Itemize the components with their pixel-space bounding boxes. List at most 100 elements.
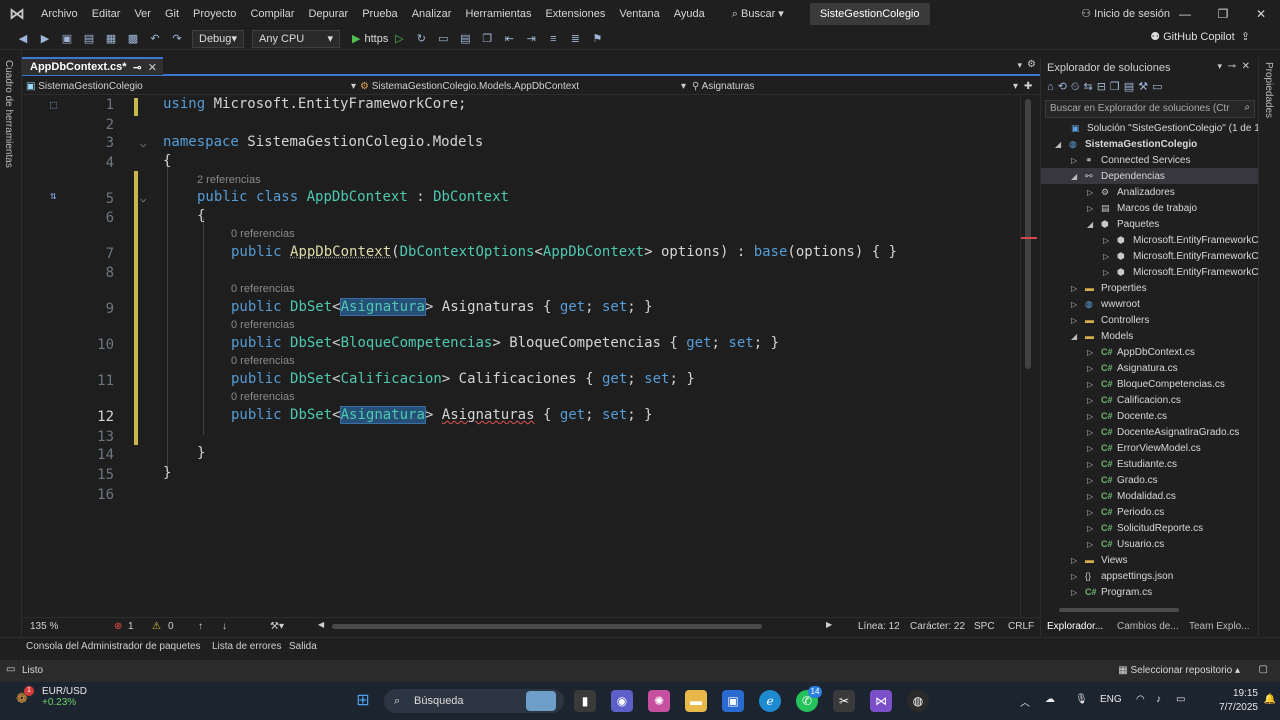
spacing-indicator[interactable]: SPC — [974, 621, 995, 632]
close-icon[interactable]: ✕ — [1242, 61, 1250, 72]
tree-item[interactable]: ▷ ⚙ Analizadores — [1041, 184, 1259, 200]
arrow-down-icon[interactable]: ↓ — [222, 621, 227, 632]
close-window-button[interactable]: ✕ — [1242, 0, 1280, 28]
tab-package-manager-console[interactable]: Consola del Administrador de paquetes — [26, 641, 201, 652]
collapsed-arrow-icon[interactable]: ▷ — [1103, 249, 1117, 265]
save-icon[interactable]: ▦ — [102, 30, 120, 48]
line-indicator[interactable]: Línea: 12 — [858, 621, 900, 632]
collapsed-arrow-icon[interactable]: ▷ — [1087, 537, 1101, 553]
codelens-references[interactable]: 0 referencias — [231, 355, 295, 367]
microphone-icon[interactable]: 🎙 — [1075, 694, 1088, 705]
tab-error-list[interactable]: Lista de errores — [212, 641, 281, 652]
teams-icon[interactable]: ◉ — [611, 690, 633, 712]
maximize-button[interactable]: ❐ — [1204, 0, 1242, 28]
snipping-tool-icon[interactable]: ✂ — [833, 690, 855, 712]
tree-item[interactable]: ▷ C# Calificacion.cs — [1041, 392, 1259, 408]
battery-icon[interactable]: ▭ — [1176, 694, 1185, 705]
arrow-up-icon[interactable]: ↑ — [198, 621, 203, 632]
collapsed-arrow-icon[interactable]: ▷ — [1087, 457, 1101, 473]
zoom-level[interactable]: 135 % — [30, 621, 58, 632]
collapsed-arrow-icon[interactable]: ▷ — [1087, 505, 1101, 521]
warning-count[interactable]: 0 — [168, 621, 174, 632]
pin-icon[interactable]: ⊸ — [133, 61, 142, 74]
type-dropdown[interactable]: ⚙ SistemaGestionColegio.Models.AppDbCont… — [360, 79, 686, 94]
char-indicator[interactable]: Carácter: 22 — [910, 621, 965, 632]
code-editor[interactable]: ⬚ ⇅ ⌵ ⌵ 1 2 3 4 5 6 7 8 9 10 11 12 13 14… — [22, 95, 1020, 617]
collapsed-arrow-icon[interactable]: ▷ — [1071, 569, 1085, 585]
filter-icon[interactable]: ▤ — [1124, 81, 1138, 93]
visual-studio-logo-icon[interactable]: ⋈ — [0, 0, 34, 28]
tab-appdbcontext[interactable]: AppDbContext.cs* ⊸ ✕ — [22, 57, 163, 75]
tab-list-icon[interactable]: ▾ — [1017, 60, 1022, 71]
tree-item[interactable]: ◢ ⬢ Paquetes — [1041, 216, 1259, 232]
collapsed-arrow-icon[interactable]: ▷ — [1087, 473, 1101, 489]
properties-tab[interactable]: Propiedades — [1263, 62, 1274, 118]
notifications-icon[interactable]: ▢ — [1259, 664, 1268, 675]
sync-icon[interactable]: ⟲ — [1058, 81, 1071, 93]
tree-item[interactable]: ◢ ▬ Models — [1041, 328, 1259, 344]
folder-icon[interactable]: ▭ — [434, 30, 452, 48]
tab-solution-explorer[interactable]: Explorador... — [1047, 621, 1103, 632]
copy-icon[interactable]: ❐ — [1110, 81, 1124, 93]
tree-item[interactable]: ▷ ◍ wwwroot — [1041, 296, 1259, 312]
tree-item[interactable]: ▷ C# Periodo.cs — [1041, 504, 1259, 520]
copilot-app-icon[interactable]: ✺ — [648, 690, 670, 712]
menu-extensiones[interactable]: Extensiones — [538, 0, 612, 28]
outdent-icon[interactable]: ⇥ — [522, 30, 540, 48]
tab-output[interactable]: Salida — [289, 641, 317, 652]
visual-studio-app-icon[interactable]: ⋈ — [870, 690, 892, 712]
menu-prueba[interactable]: Prueba — [355, 0, 404, 28]
collapsed-arrow-icon[interactable]: ▷ — [1087, 409, 1101, 425]
collapsed-arrow-icon[interactable]: ▷ — [1087, 345, 1101, 361]
new-project-icon[interactable]: ▣ — [58, 30, 76, 48]
tree-item[interactable]: ▣ Solución "SisteGestionColegio" (1 de 1 … — [1041, 120, 1268, 136]
warning-icon[interactable]: ⚠ — [152, 621, 161, 632]
close-tab-icon[interactable]: ✕ — [148, 61, 157, 74]
collapsed-arrow-icon[interactable]: ▷ — [1071, 153, 1085, 169]
wrench-icon[interactable]: ⚒ — [1138, 81, 1152, 93]
split-add-icon[interactable]: ✚ — [1024, 79, 1032, 94]
save-all-icon[interactable]: ▩ — [124, 30, 142, 48]
pin-icon[interactable]: ⊸ — [1228, 61, 1236, 72]
collapsed-arrow-icon[interactable]: ▷ — [1103, 265, 1117, 281]
collapsed-arrow-icon[interactable]: ▷ — [1087, 185, 1101, 201]
undo-icon[interactable]: ↶ — [146, 30, 164, 48]
comment-icon[interactable]: ≡ — [544, 30, 562, 48]
codelens-references[interactable]: 2 referencias — [197, 174, 261, 186]
history-icon[interactable]: ⏲ — [1071, 81, 1084, 93]
scrollbar-thumb[interactable] — [332, 624, 762, 629]
select-repository-button[interactable]: ▦ Seleccionar repositorio ▴ — [1118, 665, 1240, 676]
tree-item[interactable]: ▷{} appsettings.json — [1041, 568, 1259, 584]
github-desktop-icon[interactable]: ◍ — [907, 690, 929, 712]
tree-item[interactable]: ▷ C# Program.cs — [1041, 584, 1259, 600]
tree-item[interactable]: ▷ C# Grado.cs — [1041, 472, 1259, 488]
play-icon[interactable]: ▶ — [352, 32, 360, 45]
tree-item[interactable]: ▷ C# Modalidad.cs — [1041, 488, 1259, 504]
fold-chevron-icon[interactable]: ⌵ — [140, 137, 147, 150]
scrollbar-thumb[interactable] — [1025, 99, 1031, 369]
tree-item[interactable]: ▷ C# ErrorViewModel.cs — [1041, 440, 1259, 456]
tree-item[interactable]: ▷ C# Estudiante.cs — [1041, 456, 1259, 472]
fold-chevron-icon[interactable]: ⌵ — [140, 192, 147, 205]
collapsed-arrow-icon[interactable]: ▷ — [1087, 441, 1101, 457]
tree-item[interactable]: ▷ ▬ Controllers — [1041, 312, 1259, 328]
scroll-right-icon[interactable]: ▶ — [826, 620, 832, 629]
tree-item[interactable]: ▷ C# BloqueCompetencias.cs — [1041, 376, 1259, 392]
project-dropdown[interactable]: ▣ SistemaGestionColegio ▾ — [26, 79, 356, 94]
tree-item[interactable]: ▷ C# SolicitudReporte.cs — [1041, 520, 1259, 536]
tree-item[interactable]: ▷ ▬ Properties — [1041, 280, 1259, 296]
task-view-icon[interactable]: ▮ — [574, 690, 596, 712]
chevron-down-icon[interactable]: ▾ — [1217, 61, 1222, 72]
scrollbar-thumb[interactable] — [1059, 608, 1179, 612]
tree-item[interactable]: ▷ C# AppDbContext.cs — [1041, 344, 1259, 360]
menu-compilar[interactable]: Compilar — [243, 0, 301, 28]
windows-start-icon[interactable]: ⊞ — [352, 690, 374, 712]
settings-gear-icon[interactable]: ⚙ — [1027, 59, 1036, 70]
expanded-arrow-icon[interactable]: ◢ — [1055, 137, 1069, 153]
tab-git-changes[interactable]: Cambios de... — [1117, 621, 1179, 632]
widgets-ticker[interactable]: ❁ 1 EUR/USD +0.23% — [16, 686, 87, 708]
collapsed-arrow-icon[interactable]: ▷ — [1087, 425, 1101, 441]
layout-icon[interactable]: ▤ — [456, 30, 474, 48]
tab-team-explorer[interactable]: Team Explo... — [1189, 621, 1250, 632]
collapsed-arrow-icon[interactable]: ▷ — [1071, 553, 1085, 569]
